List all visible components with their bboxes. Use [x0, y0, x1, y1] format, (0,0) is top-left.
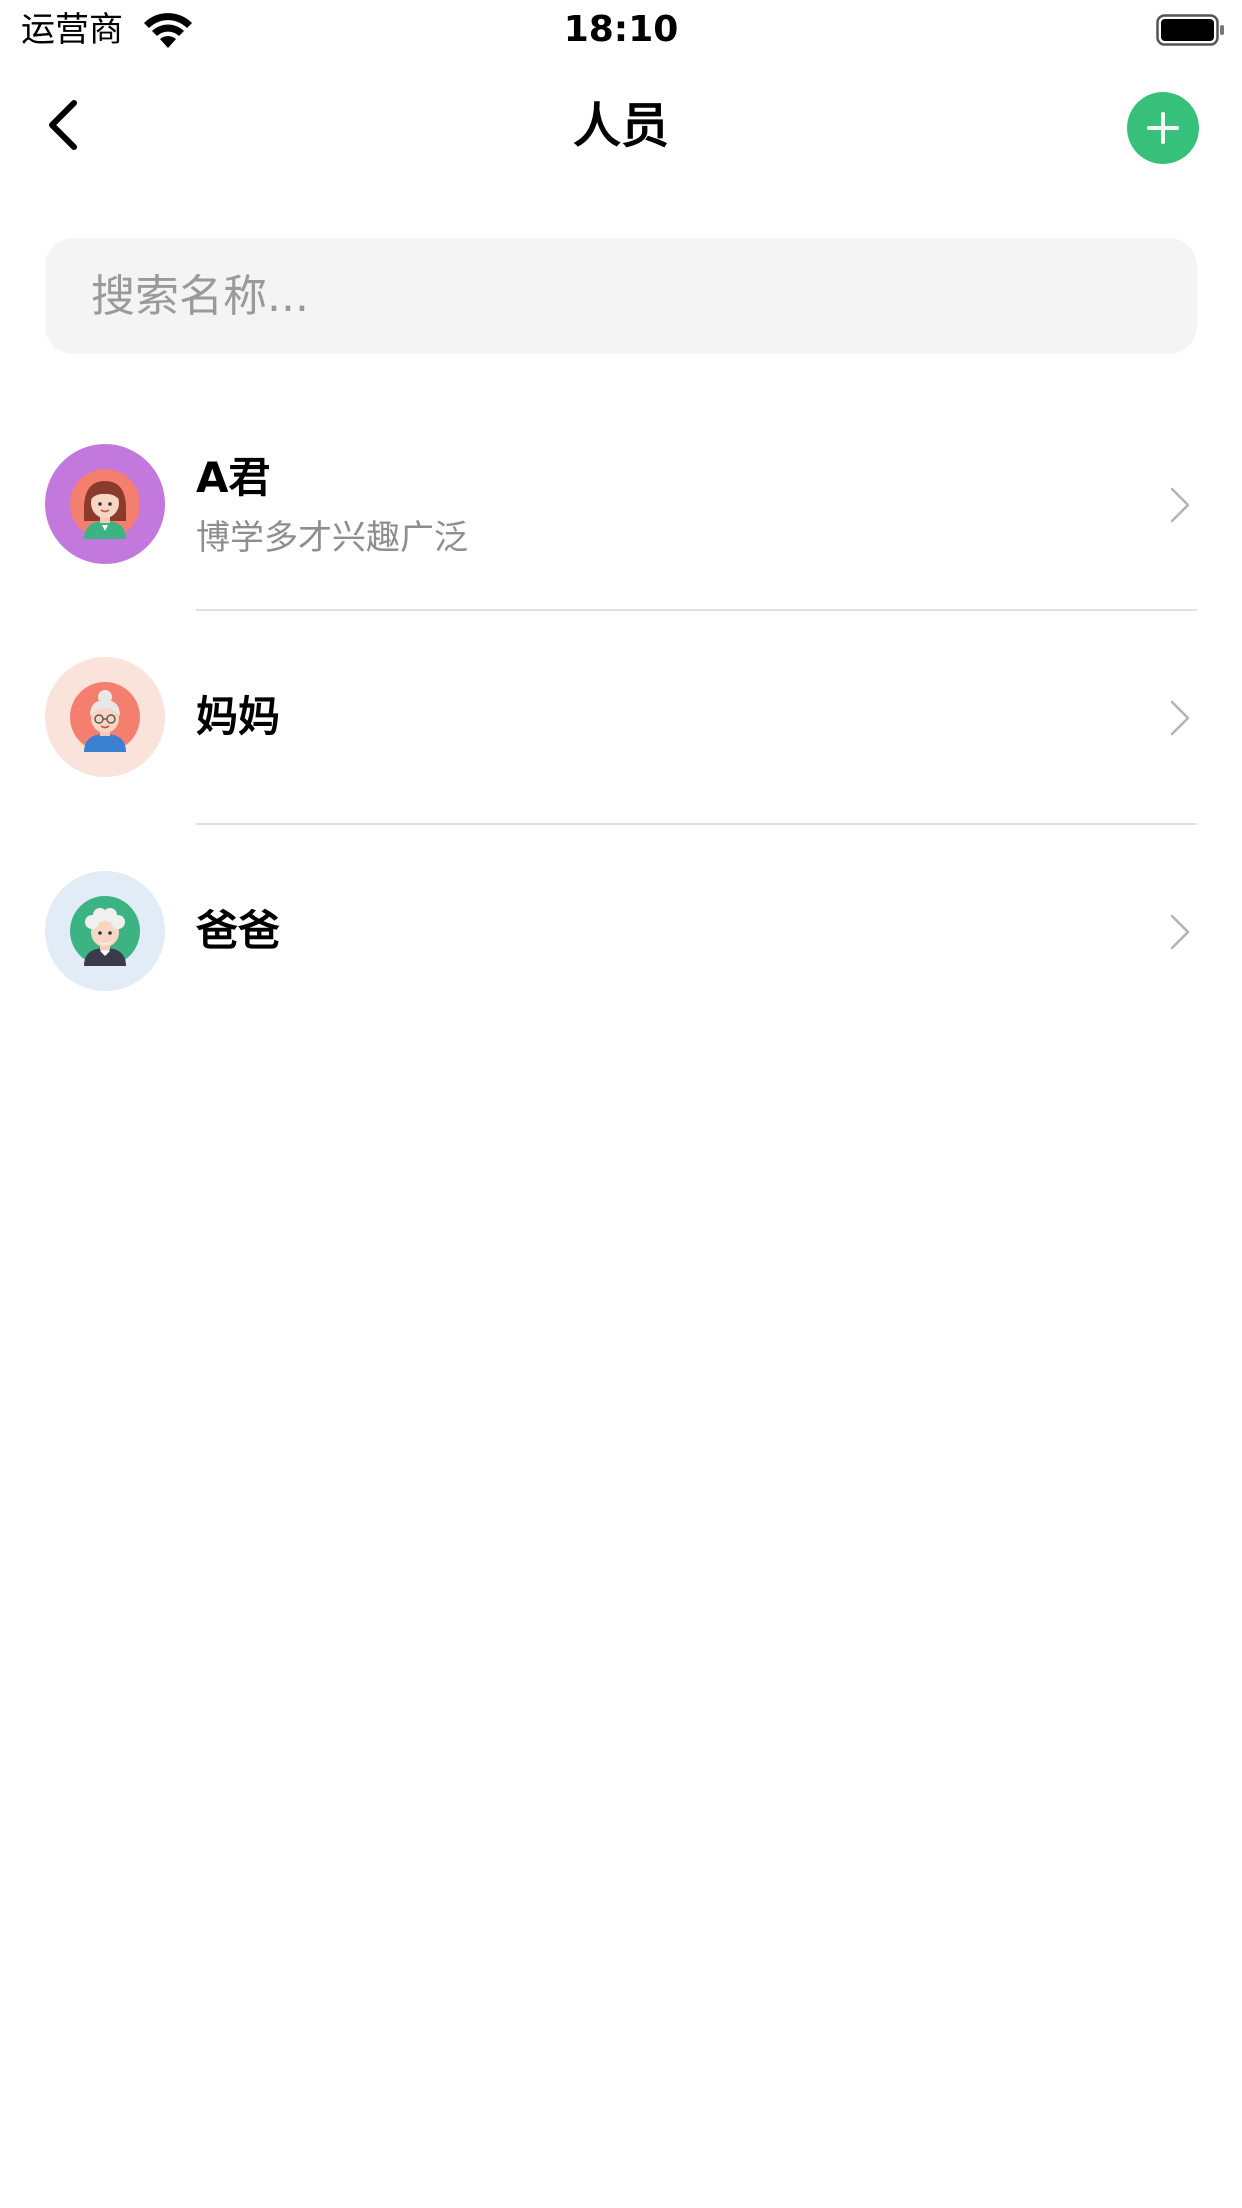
search-box [45, 238, 1197, 354]
list-item-person[interactable]: A君 博学多才兴趣广泛 [0, 398, 1242, 610]
plus-icon [1147, 112, 1179, 144]
list-item-person[interactable]: 妈妈 [0, 611, 1242, 823]
avatar [45, 444, 165, 564]
search-input[interactable] [91, 238, 1171, 354]
status-time: 18:10 [563, 9, 679, 50]
add-person-button[interactable] [1127, 92, 1199, 164]
chevron-right-icon [1170, 700, 1190, 736]
list-item-person[interactable]: 爸爸 [0, 825, 1242, 1037]
person-description: 博学多才兴趣广泛 [196, 518, 468, 558]
young-woman-avatar-icon [70, 469, 140, 539]
avatar [45, 871, 165, 991]
chevron-right-icon [1170, 914, 1190, 950]
grandfather-avatar-icon [70, 896, 140, 966]
person-name: 爸爸 [196, 906, 281, 955]
person-name: 妈妈 [196, 692, 281, 741]
battery-icon [1156, 14, 1224, 46]
avatar [45, 657, 165, 777]
chevron-right-icon [1170, 487, 1190, 523]
person-name: A君 [196, 453, 271, 502]
page-title: 人员 [572, 98, 669, 154]
status-bar: 运营商 18:10 [0, 0, 1242, 60]
navigation-bar: 人员 [0, 60, 1242, 190]
grandmother-avatar-icon [70, 682, 140, 752]
